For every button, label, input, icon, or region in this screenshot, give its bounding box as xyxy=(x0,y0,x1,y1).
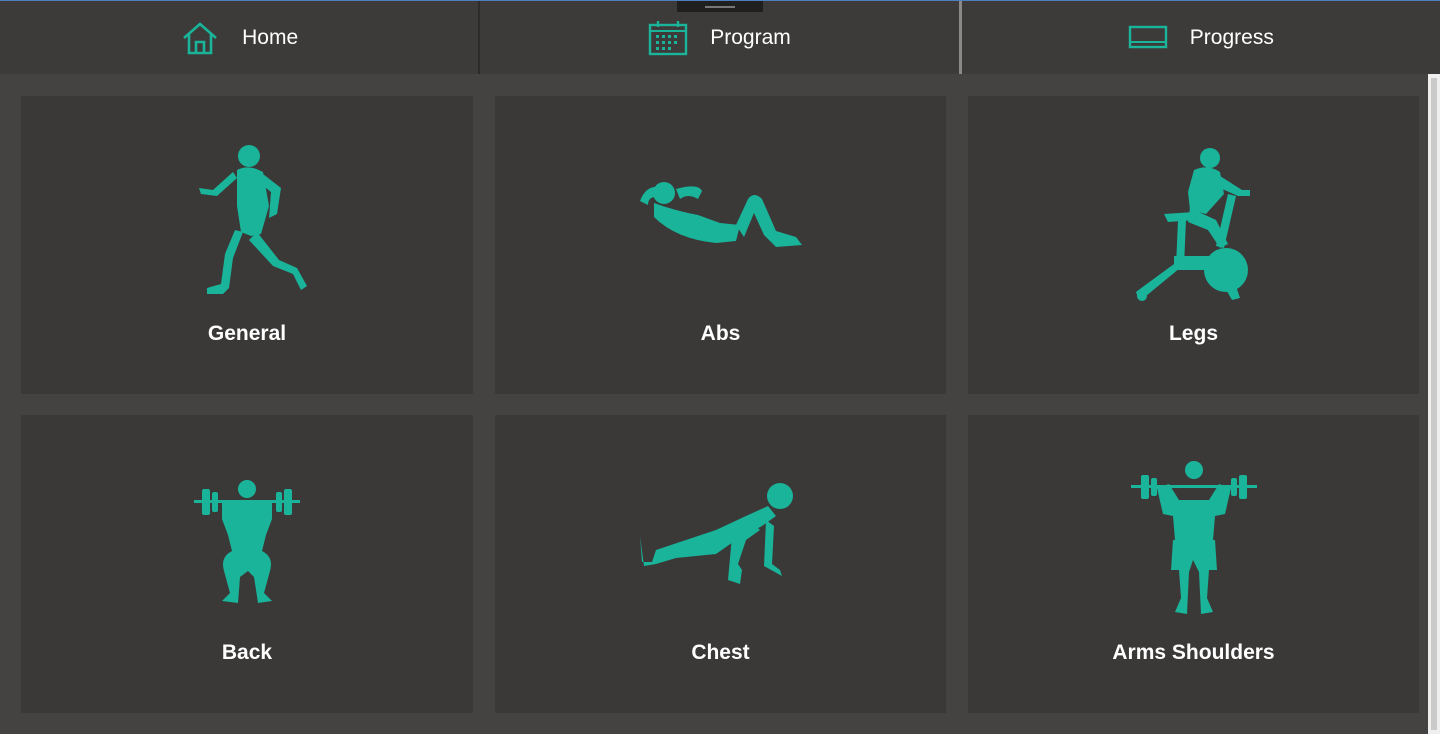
scrollbar-thumb[interactable] xyxy=(1431,78,1437,730)
progress-icon xyxy=(1128,18,1168,58)
tile-general-label: General xyxy=(207,322,287,345)
nav-program-label: Program xyxy=(710,25,791,49)
standing-barbell-figure-icon xyxy=(968,455,1419,625)
category-grid: General Abs Legs Back Chest Arms Shoulde… xyxy=(0,74,1428,734)
tile-back-label: Back xyxy=(221,641,273,664)
home-icon xyxy=(180,18,220,58)
tile-abs-label: Abs xyxy=(700,322,741,345)
squat-barbell-figure-icon xyxy=(21,455,473,625)
tile-general[interactable]: General xyxy=(21,96,473,394)
running-figure-icon xyxy=(21,136,473,306)
nav-progress-label: Progress xyxy=(1189,25,1274,49)
exercise-bike-figure-icon xyxy=(968,136,1419,306)
calendar-icon xyxy=(648,18,688,58)
title-bar-grip[interactable] xyxy=(677,1,763,12)
tile-abs[interactable]: Abs xyxy=(495,96,946,394)
tile-arms-shoulders-label: Arms Shoulders xyxy=(1112,641,1275,664)
nav-home-label: Home xyxy=(242,25,299,49)
vertical-scrollbar[interactable] xyxy=(1428,74,1440,734)
tile-chest-label: Chest xyxy=(691,641,750,664)
pushup-figure-icon xyxy=(495,455,946,625)
nav-home[interactable]: Home xyxy=(0,1,481,74)
tile-legs-label: Legs xyxy=(1168,322,1218,345)
tile-legs[interactable]: Legs xyxy=(968,96,1419,394)
tile-chest[interactable]: Chest xyxy=(495,415,946,713)
nav-progress[interactable]: Progress xyxy=(962,1,1440,74)
tile-back[interactable]: Back xyxy=(21,415,473,713)
situp-figure-icon xyxy=(495,136,946,306)
tile-arms-shoulders[interactable]: Arms Shoulders xyxy=(968,415,1419,713)
